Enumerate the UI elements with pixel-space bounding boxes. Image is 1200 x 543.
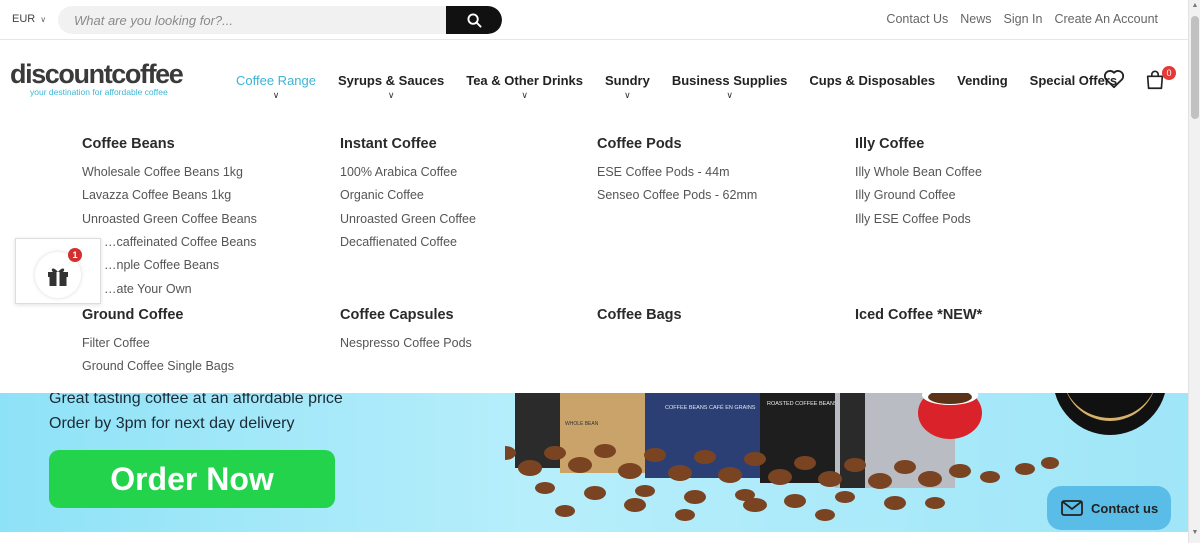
- nav-label: Vending: [957, 73, 1008, 88]
- nav-sundry[interactable]: Sundry ∨: [605, 73, 650, 100]
- menu-item[interactable]: 100% Arabica Coffee: [340, 165, 457, 179]
- nav-label: Cups & Disposables: [809, 73, 936, 88]
- cart-count-badge: 0: [1162, 66, 1176, 80]
- mega-menu: Coffee Beans Wholesale Coffee Beans 1kg …: [0, 120, 1188, 393]
- contact-us-label: Contact us: [1091, 500, 1159, 516]
- menu-heading-coffee-pods[interactable]: Coffee Pods: [597, 136, 682, 152]
- nav-label: Business Supplies: [671, 73, 788, 88]
- chevron-down-icon: ∨: [726, 90, 733, 100]
- chevron-down-icon: ∨: [40, 14, 47, 24]
- nav-label: Coffee Range: [236, 73, 316, 88]
- nav-syrups-sauces[interactable]: Syrups & Sauces ∨: [338, 73, 445, 100]
- menu-item[interactable]: Wholesale Coffee Beans 1kg: [82, 165, 243, 179]
- logo-wordmark: discountcoffee: [10, 59, 184, 89]
- search-button[interactable]: [446, 6, 502, 34]
- menu-item[interactable]: Unroasted Green Coffee: [340, 212, 476, 226]
- bag-text: COFFEE BEANS CAFÉ EN GRAINS: [665, 404, 756, 411]
- menu-item[interactable]: Ground Coffee Single Bags: [82, 359, 234, 373]
- menu-item[interactable]: …caffeinated Coffee Beans: [104, 235, 256, 249]
- sign-in-link[interactable]: Sign In: [1004, 12, 1043, 26]
- scroll-down-icon[interactable]: ▼: [1189, 529, 1200, 541]
- nav-label: Sundry: [605, 73, 650, 88]
- create-account-link[interactable]: Create An Account: [1054, 12, 1158, 26]
- contact-us-link[interactable]: Contact Us: [886, 12, 948, 26]
- menu-heading-coffee-capsules[interactable]: Coffee Capsules: [340, 307, 454, 323]
- nav-cups-disposables[interactable]: Cups & Disposables: [809, 73, 935, 88]
- menu-item[interactable]: …nple Coffee Beans: [104, 258, 219, 272]
- menu-item[interactable]: Illy ESE Coffee Pods: [855, 212, 971, 226]
- search-input[interactable]: [58, 6, 448, 34]
- contact-us-widget[interactable]: Contact us: [1047, 486, 1171, 530]
- menu-item[interactable]: ESE Coffee Pods - 44m: [597, 165, 729, 179]
- envelope-icon: [1061, 500, 1083, 516]
- page-scrollbar[interactable]: ▲ ▼: [1188, 0, 1200, 543]
- nav-label: Syrups & Sauces: [338, 73, 445, 88]
- scrollbar-thumb[interactable]: [1191, 16, 1199, 119]
- hero-delivery-note: Order by 3pm for next day delivery: [49, 415, 295, 432]
- coffee-bags-image: WHOLE BEAN COFFEE BEANS CAFÉ EN GRAINS R…: [505, 393, 1059, 521]
- menu-item[interactable]: …ate Your Own: [104, 282, 192, 296]
- menu-item[interactable]: Organic Coffee: [340, 188, 424, 202]
- menu-item[interactable]: Nespresso Coffee Pods: [340, 336, 472, 350]
- menu-heading-illy-coffee[interactable]: Illy Coffee: [855, 136, 924, 152]
- nav-label: Tea & Other Drinks: [466, 73, 584, 88]
- wishlist-button[interactable]: [1103, 69, 1125, 94]
- menu-item[interactable]: Unroasted Green Coffee Beans: [82, 212, 257, 226]
- chevron-down-icon: ∨: [624, 90, 631, 100]
- menu-item[interactable]: Senseo Coffee Pods - 62mm: [597, 188, 757, 202]
- menu-item[interactable]: Filter Coffee: [82, 336, 150, 350]
- search-icon: [466, 12, 482, 28]
- order-now-button[interactable]: Order Now: [49, 450, 335, 508]
- brand-seal: [1053, 393, 1167, 435]
- main-nav: Coffee Range ∨ Syrups & Sauces ∨ Tea & O…: [236, 73, 1139, 100]
- gift-widget[interactable]: 1: [15, 238, 101, 304]
- currency-selector[interactable]: EUR ∨: [12, 13, 46, 25]
- scroll-up-icon[interactable]: ▲: [1189, 2, 1200, 14]
- gift-count-badge: 1: [68, 248, 82, 262]
- news-link[interactable]: News: [960, 12, 991, 26]
- site-logo[interactable]: discountcoffee your destination for affo…: [10, 59, 184, 97]
- seal-ring: [1063, 393, 1157, 421]
- menu-heading-iced-coffee[interactable]: Iced Coffee *NEW*: [855, 307, 982, 323]
- hero-banner: Great tasting coffee at an affordable pr…: [0, 393, 1188, 532]
- menu-item[interactable]: Decaffienated Coffee: [340, 235, 457, 249]
- menu-heading-instant-coffee[interactable]: Instant Coffee: [340, 136, 437, 152]
- chevron-down-icon: ∨: [521, 90, 528, 100]
- hero-tagline: Great tasting coffee at an affordable pr…: [49, 393, 343, 407]
- chevron-down-icon: ∨: [387, 90, 395, 100]
- search-bar: [58, 6, 502, 34]
- menu-item[interactable]: Illy Ground Coffee: [855, 188, 956, 202]
- menu-item[interactable]: Lavazza Coffee Beans 1kg: [82, 188, 231, 202]
- menu-item[interactable]: Illy Whole Bean Coffee: [855, 165, 982, 179]
- menu-heading-coffee-beans[interactable]: Coffee Beans: [82, 136, 175, 152]
- logo-tagline: your destination for affordable coffee: [30, 87, 168, 97]
- nav-coffee-range[interactable]: Coffee Range ∨: [236, 73, 316, 100]
- menu-heading-coffee-bags[interactable]: Coffee Bags: [597, 307, 682, 323]
- chevron-down-icon: ∨: [272, 90, 280, 100]
- top-links: Contact Us News Sign In Create An Accoun…: [886, 12, 1158, 26]
- cart-button[interactable]: 0: [1144, 66, 1176, 96]
- nav-vending[interactable]: Vending: [957, 73, 1008, 88]
- gift-icon: [48, 268, 68, 286]
- nav-business-supplies[interactable]: Business Supplies ∨: [671, 73, 788, 100]
- menu-heading-ground-coffee[interactable]: Ground Coffee: [82, 307, 184, 323]
- heart-icon: [1103, 70, 1125, 89]
- nav-tea-other-drinks[interactable]: Tea & Other Drinks ∨: [466, 73, 584, 100]
- top-bar: EUR ∨ Contact Us News Sign In Create An …: [0, 0, 1188, 40]
- bag-label: WHOLE BEAN: [565, 421, 599, 427]
- currency-label: EUR: [12, 13, 36, 25]
